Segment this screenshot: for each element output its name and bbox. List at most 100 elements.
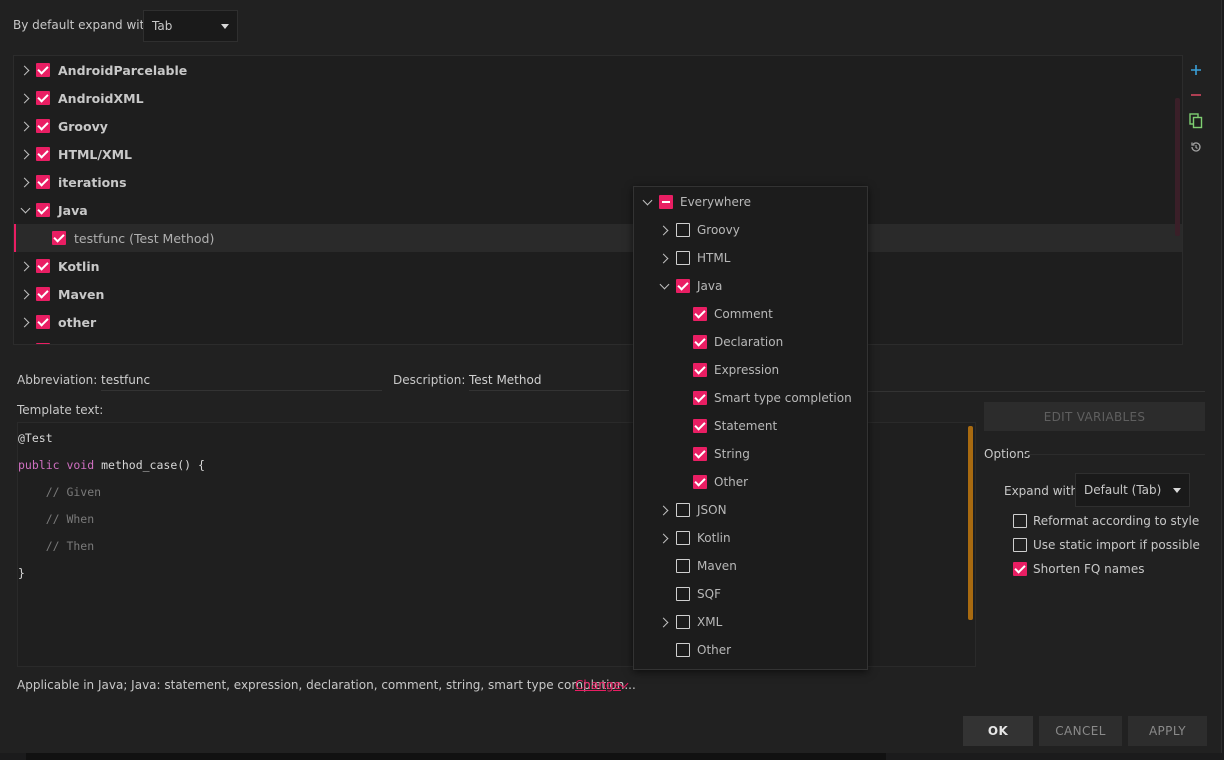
context-label: Smart type completion (714, 391, 852, 405)
context-item-xml[interactable]: XML (634, 608, 722, 636)
context-checkbox[interactable] (693, 419, 707, 433)
chevron-right-icon[interactable] (20, 177, 30, 187)
chevron-right-icon[interactable] (658, 253, 670, 263)
context-label: String (714, 447, 750, 461)
tree-checkbox[interactable] (36, 147, 50, 161)
context-item-json[interactable]: JSON (634, 496, 727, 524)
context-checkbox[interactable] (693, 475, 707, 489)
apply-button[interactable]: APPLY (1128, 716, 1207, 746)
tree-group[interactable]: iterations (14, 168, 1182, 196)
context-item-html[interactable]: HTML (634, 244, 730, 272)
tree-group[interactable]: Java (14, 196, 1182, 224)
tree-checkbox[interactable] (36, 287, 50, 301)
reformat-option[interactable]: Reformat according to style (1013, 514, 1199, 528)
chevron-right-icon[interactable] (20, 93, 30, 103)
chevron-right-icon[interactable] (20, 65, 30, 75)
context-checkbox[interactable] (676, 279, 690, 293)
context-checkbox[interactable] (693, 447, 707, 461)
reformat-checkbox[interactable] (1013, 514, 1027, 528)
context-label: HTML (697, 251, 731, 265)
restore-icon[interactable] (1186, 137, 1206, 157)
context-item-maven[interactable]: Maven (634, 552, 737, 580)
abbreviation-field[interactable]: testfunc (101, 369, 382, 391)
chevron-down-icon[interactable] (658, 281, 670, 291)
tree-checkbox[interactable] (36, 259, 50, 273)
context-checkbox[interactable] (659, 195, 673, 209)
context-item-kotlin[interactable]: Kotlin (634, 524, 731, 552)
tree-group[interactable]: AndroidXML (14, 84, 1182, 112)
tree-label: Groovy (58, 118, 108, 134)
tree-item[interactable]: testfunc (Test Method) (14, 224, 1182, 252)
tree-checkbox[interactable] (36, 175, 50, 189)
ok-button[interactable]: OK (963, 716, 1033, 746)
static-import-checkbox[interactable] (1013, 538, 1027, 552)
tree-group[interactable]: Groovy (14, 112, 1182, 140)
context-item-groovy[interactable]: Groovy (634, 216, 740, 244)
edit-variables-button[interactable]: EDIT VARIABLES (984, 402, 1205, 431)
shorten-fq-checkbox[interactable] (1013, 562, 1027, 576)
tree-checkbox[interactable] (52, 231, 66, 245)
context-item-expression[interactable]: Expression (634, 356, 779, 384)
description-field[interactable]: Test Method (469, 369, 629, 391)
context-item-other[interactable]: Other (634, 468, 748, 496)
cancel-button[interactable]: CANCEL (1039, 716, 1122, 746)
context-checkbox[interactable] (676, 643, 690, 657)
chevron-right-icon[interactable] (658, 505, 670, 515)
chevron-right-icon[interactable] (658, 533, 670, 543)
tree-checkbox[interactable] (36, 119, 50, 133)
context-checkbox[interactable] (676, 615, 690, 629)
chevron-down-icon[interactable] (641, 197, 653, 207)
context-label: Declaration (714, 335, 784, 349)
tree-scrollbar[interactable] (1175, 98, 1180, 236)
context-item-declaration[interactable]: Declaration (634, 328, 783, 356)
context-checkbox[interactable] (676, 587, 690, 601)
context-item-string[interactable]: String (634, 440, 750, 468)
static-import-option[interactable]: Use static import if possible (1013, 538, 1200, 552)
editor-scrollbar[interactable] (968, 426, 973, 620)
tree-checkbox[interactable] (36, 91, 50, 105)
chevron-right-icon[interactable] (20, 317, 30, 327)
shorten-fq-option[interactable]: Shorten FQ names (1013, 562, 1144, 576)
window-edge (26, 753, 886, 760)
tree-checkbox[interactable] (36, 63, 50, 77)
tree-group[interactable]: HTML/XML (14, 140, 1182, 168)
add-icon[interactable] (1186, 60, 1206, 80)
tree-group[interactable]: Kotlin (14, 252, 1182, 280)
tree-group[interactable]: Maven (14, 280, 1182, 308)
context-checkbox[interactable] (676, 503, 690, 517)
context-item-statement[interactable]: Statement (634, 412, 777, 440)
chevron-right-icon[interactable] (20, 149, 30, 159)
tree-group[interactable]: AndroidParcelable (14, 56, 1182, 84)
context-checkbox[interactable] (676, 223, 690, 237)
chevron-right-icon[interactable] (20, 289, 30, 299)
tree-group[interactable]: other (14, 308, 1182, 336)
chevron-down-icon[interactable] (20, 205, 30, 215)
change-context-link[interactable]: Change (575, 678, 621, 692)
chevron-right-icon[interactable] (20, 121, 30, 131)
context-item-smart-type-completion[interactable]: Smart type completion (634, 384, 852, 412)
tree-group-clipped (14, 336, 1182, 344)
context-item-java[interactable]: Java (634, 272, 722, 300)
chevron-right-icon[interactable] (20, 261, 30, 271)
context-label: Maven (697, 559, 737, 573)
context-checkbox[interactable] (693, 335, 707, 349)
context-item-comment[interactable]: Comment (634, 300, 773, 328)
default-expand-select[interactable]: Tab (143, 10, 238, 42)
context-item-everywhere[interactable]: Everywhere (634, 188, 751, 216)
chevron-right-icon[interactable] (658, 225, 670, 235)
context-checkbox[interactable] (693, 363, 707, 377)
context-checkbox[interactable] (693, 307, 707, 321)
context-checkbox[interactable] (693, 391, 707, 405)
context-checkbox[interactable] (676, 531, 690, 545)
expand-with-select[interactable]: Default (Tab) (1075, 473, 1190, 507)
tree-checkbox[interactable] (36, 203, 50, 217)
context-checkbox[interactable] (676, 251, 690, 265)
chevron-right-icon[interactable] (658, 617, 670, 627)
context-item-other[interactable]: Other (634, 636, 731, 664)
code-line: // When (18, 512, 95, 526)
copy-icon[interactable] (1186, 111, 1206, 131)
context-checkbox[interactable] (676, 559, 690, 573)
remove-icon[interactable] (1186, 85, 1206, 105)
context-item-sqf[interactable]: SQF (634, 580, 721, 608)
tree-checkbox[interactable] (36, 315, 50, 329)
